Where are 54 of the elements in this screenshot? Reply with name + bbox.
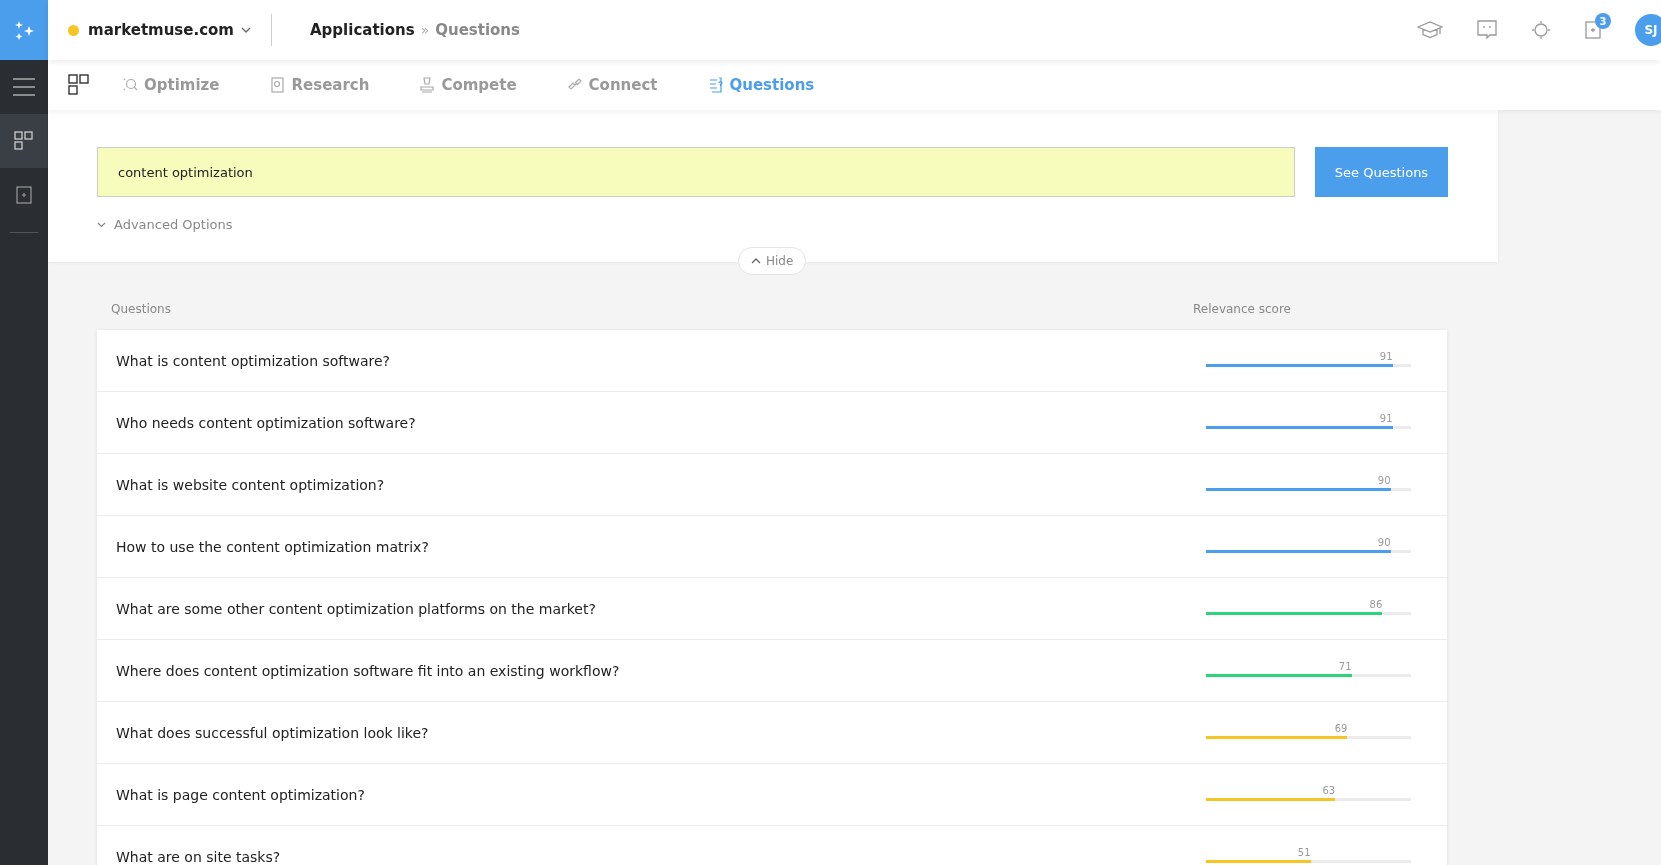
question-row[interactable]: Where does content optimization software fit into an existing workflow? 71 [97, 640, 1447, 702]
chevron-up-icon [751, 258, 761, 264]
question-text: What is page content optimization? [116, 786, 366, 803]
question-row[interactable]: What are on site tasks? 51 [97, 826, 1447, 865]
document-search-icon [269, 77, 286, 93]
question-row[interactable]: What are some other content optimization platforms on the market? 86 [97, 578, 1447, 640]
question-row[interactable]: What is content optimization software? 91 [97, 330, 1447, 392]
column-header: Relevance score [1193, 302, 1292, 316]
question-row[interactable]: What does successful optimization look like? 69 [97, 702, 1447, 764]
question-text: How to use the content optimization matrix? [116, 538, 430, 555]
relevance-score: 90 [1377, 475, 1391, 486]
question-text: What is content optimization software? [116, 352, 392, 369]
chat-icon[interactable] [1477, 20, 1497, 40]
graduation-cap-icon[interactable] [1417, 21, 1443, 39]
relevance-score: 63 [1322, 785, 1336, 796]
sidebar-apps-item[interactable] [0, 114, 48, 168]
menu-icon[interactable] [13, 78, 35, 96]
question-text: What are some other content optimization platforms on the market? [116, 600, 597, 617]
breadcrumb-separator: » [420, 22, 430, 38]
breadcrumb-item[interactable]: Applications [310, 21, 415, 39]
magnify-icon [122, 77, 138, 93]
question-text: Who needs content optimization software? [116, 414, 417, 431]
question-text: What are on site tasks? [116, 848, 282, 865]
relevance-score: 86 [1369, 599, 1383, 610]
status-dot [68, 24, 79, 36]
stamp-icon [419, 77, 436, 93]
question-text: What does successful optimization look like? [116, 724, 430, 741]
sun-icon[interactable] [1531, 20, 1551, 40]
hide-button[interactable]: Hide [738, 247, 807, 275]
grid-icon [14, 131, 34, 151]
relevance-score: 91 [1379, 351, 1393, 362]
question-list-icon [707, 77, 724, 93]
relevance-score: 91 [1379, 413, 1393, 424]
relevance-score: 90 [1377, 537, 1391, 548]
question-text: What is website content optimization? [116, 476, 386, 493]
question-text: Where does content optimization software fit into an existing workflow? [116, 662, 621, 679]
search-input[interactable]: content optimization [97, 147, 1295, 197]
chevron-down-icon [97, 221, 106, 228]
notification-icon[interactable] [1585, 21, 1601, 39]
question-row[interactable]: What is website content optimization? 90 [97, 454, 1447, 516]
relevance-score: 71 [1338, 661, 1352, 672]
add-document-icon[interactable] [16, 186, 32, 204]
column-header: Questions [111, 302, 172, 316]
relevance-score: 51 [1297, 847, 1311, 858]
question-row[interactable]: How to use the content optimization matrix? 90 [97, 516, 1447, 578]
notification-badge: 3 [1595, 13, 1611, 29]
site-selector[interactable]: marketmuse.com [88, 21, 234, 39]
relevance-score: 69 [1334, 723, 1348, 734]
breadcrumb-item: Questions [435, 21, 520, 39]
grid-icon[interactable] [68, 74, 90, 96]
chevron-down-icon[interactable] [241, 27, 251, 33]
question-row[interactable]: What is page content optimization? 63 [97, 764, 1447, 826]
advanced-options-toggle[interactable]: Advanced Options [97, 217, 233, 232]
question-row[interactable]: Who needs content optimization software? 91 [97, 392, 1447, 454]
